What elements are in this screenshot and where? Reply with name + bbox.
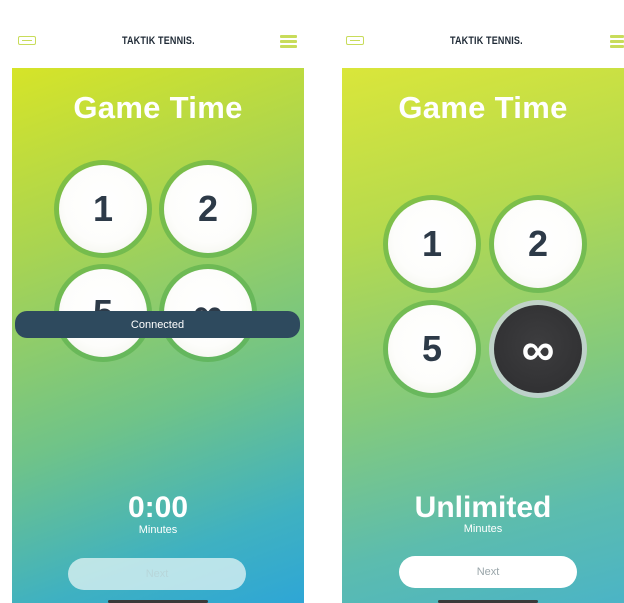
- time-unit-label: Minutes: [138, 524, 178, 536]
- page-title: Game Time: [73, 90, 243, 125]
- hamburger-menu-icon[interactable]: [280, 35, 297, 48]
- racket-logo-icon[interactable]: [18, 36, 36, 45]
- game-time-screen: Game Time 1 2 5 ∞ Unlimited Minutes Next: [342, 68, 624, 603]
- time-unit-label: Minutes: [463, 523, 503, 535]
- phone-right: TAKTIK TENNIS. Game Time 1 2 5 ∞ Unlimit…: [330, 0, 624, 603]
- app-brand: TAKTIK TENNIS.: [122, 35, 195, 47]
- option-2-button[interactable]: 2: [164, 165, 252, 253]
- connected-toast: Connected: [15, 311, 300, 338]
- racket-logo-icon[interactable]: [346, 36, 364, 45]
- app-brand: TAKTIK TENNIS.: [450, 35, 523, 47]
- option-unlimited-button[interactable]: ∞: [494, 305, 582, 393]
- option-2-button[interactable]: 2: [494, 200, 582, 288]
- page-title: Game Time: [398, 90, 568, 125]
- phone-left: TAKTIK TENNIS. Game Time 1 2 5 ∞ 0:00 Mi…: [0, 0, 316, 603]
- option-1-button[interactable]: 1: [388, 200, 476, 288]
- top-bar: TAKTIK TENNIS.: [0, 0, 316, 66]
- time-value: 0:00: [127, 491, 189, 524]
- option-5-button[interactable]: 5: [388, 305, 476, 393]
- option-1-button[interactable]: 1: [59, 165, 147, 253]
- hamburger-menu-icon[interactable]: [610, 35, 624, 48]
- top-bar: TAKTIK TENNIS.: [330, 0, 624, 66]
- time-value: Unlimited: [414, 491, 552, 524]
- next-button[interactable]: Next: [399, 556, 577, 588]
- next-button[interactable]: Next: [68, 558, 246, 590]
